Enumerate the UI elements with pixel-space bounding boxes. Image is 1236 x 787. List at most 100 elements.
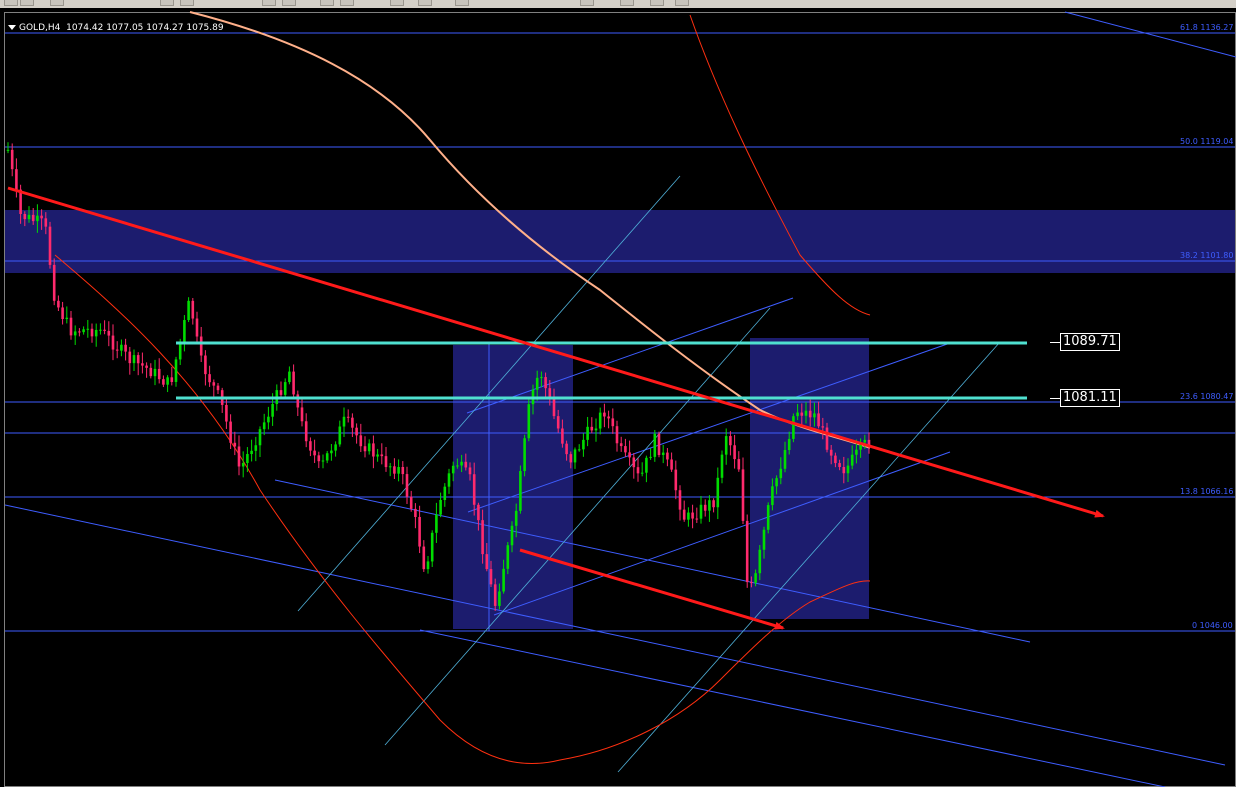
candle-body	[796, 412, 799, 417]
candle-body	[783, 450, 787, 469]
toolbar-button-icon[interactable]	[282, 0, 296, 6]
candle-body	[750, 582, 753, 584]
candle-body	[691, 512, 694, 519]
candle-body	[498, 591, 501, 606]
candle-body	[754, 573, 757, 583]
candle-body	[271, 404, 274, 417]
candle-body	[334, 444, 337, 451]
candle-body	[254, 445, 258, 451]
candle-body	[241, 463, 245, 467]
candle-body	[393, 466, 396, 474]
candle-body	[766, 505, 770, 530]
toolbar-button-icon[interactable]	[620, 0, 634, 6]
candle-body	[401, 466, 405, 475]
candle-body	[430, 532, 434, 562]
candle-body	[607, 416, 610, 419]
candle-body	[712, 500, 715, 508]
candle-body	[124, 344, 127, 352]
candle-body	[573, 449, 577, 463]
candle-body	[296, 394, 300, 408]
candle-body	[640, 472, 644, 474]
toolbar-button-icon[interactable]	[160, 0, 174, 6]
candle-body	[363, 446, 367, 452]
candle-body	[850, 454, 854, 466]
candle-body	[632, 457, 636, 468]
candle-body	[779, 468, 783, 479]
toolbar-button-icon[interactable]	[20, 0, 34, 6]
toolbar-button-icon[interactable]	[390, 0, 404, 6]
candle-body	[510, 525, 514, 546]
candle-body	[439, 499, 442, 515]
candle-body	[212, 382, 216, 386]
symbol-header: GOLD,H4 1074.42 1077.05 1074.27 1075.89	[8, 23, 224, 33]
candle-body	[10, 149, 14, 170]
candle-body	[556, 416, 560, 429]
candle-body	[800, 412, 804, 416]
candle-body	[787, 438, 791, 451]
candle-body	[825, 427, 829, 450]
candle-body	[61, 307, 64, 320]
candle-body	[321, 460, 325, 462]
price-mark-1089[interactable]: 1089.71	[1060, 333, 1120, 351]
candle-body	[838, 463, 841, 467]
toolbar-button-icon[interactable]	[180, 0, 194, 6]
candle-body	[636, 467, 640, 474]
candle-body	[6, 149, 10, 151]
fib-label-23-6: 23.6 1080.47	[1180, 392, 1234, 401]
candle-body	[485, 554, 489, 570]
candle-body	[132, 355, 136, 364]
demand-zone-right	[750, 338, 869, 619]
price-mark-1081[interactable]: 1081.11	[1060, 389, 1120, 407]
candle-body	[359, 435, 363, 447]
toolbar-button-icon[interactable]	[4, 0, 18, 6]
toolbar-button-icon[interactable]	[580, 0, 594, 6]
candle-body	[804, 410, 808, 416]
candle-body	[204, 355, 207, 375]
low-value: 1074.27	[146, 23, 184, 33]
toolbar-button-icon[interactable]	[675, 0, 689, 6]
resistance-lines	[176, 341, 1027, 400]
candle-body	[661, 452, 665, 455]
toolbar-button-icon[interactable]	[320, 0, 334, 6]
candle-body	[355, 427, 358, 436]
toolbar-button-icon[interactable]	[418, 0, 432, 6]
candle-body	[86, 328, 90, 330]
candle-body	[443, 486, 447, 500]
candle-body	[36, 215, 39, 222]
toolbar-button-icon[interactable]	[340, 0, 354, 6]
toolbar-button-icon[interactable]	[262, 0, 276, 6]
toolbar-button-icon[interactable]	[455, 0, 469, 6]
chart-area[interactable]: GOLD,H4 1074.42 1077.05 1074.27 1075.89 …	[0, 8, 1236, 787]
candle-body	[103, 329, 106, 331]
candle-body	[94, 329, 98, 337]
candle-body	[317, 455, 321, 462]
candle-body	[418, 516, 421, 547]
candle-body	[863, 439, 867, 443]
fib-label-0: 0 1046.00	[1192, 621, 1233, 630]
toolbar-button-icon[interactable]	[50, 0, 64, 6]
candle-body	[115, 349, 119, 351]
candle-body	[468, 467, 472, 475]
candle-body	[351, 417, 354, 428]
toolbar-button-icon[interactable]	[650, 0, 664, 6]
dropdown-arrow-icon[interactable]	[8, 25, 16, 30]
candle-body	[48, 226, 52, 265]
candle-body	[666, 452, 669, 460]
candle-body	[292, 371, 295, 395]
candle-body	[758, 549, 762, 574]
symbol-name: GOLD,H4	[19, 23, 61, 33]
candle-body	[149, 367, 153, 377]
candle-body	[649, 456, 652, 458]
candle-body	[27, 214, 31, 220]
candle-body	[57, 300, 60, 308]
candle-body	[237, 446, 241, 467]
candle-body	[745, 520, 749, 583]
candle-body	[611, 418, 615, 427]
candle-body	[775, 478, 778, 487]
candle-body	[90, 328, 94, 337]
close-value: 1075.89	[186, 23, 224, 33]
candle-body	[762, 529, 766, 550]
candle-body	[582, 439, 585, 450]
candle-body	[279, 390, 283, 395]
candle-body	[191, 300, 195, 319]
